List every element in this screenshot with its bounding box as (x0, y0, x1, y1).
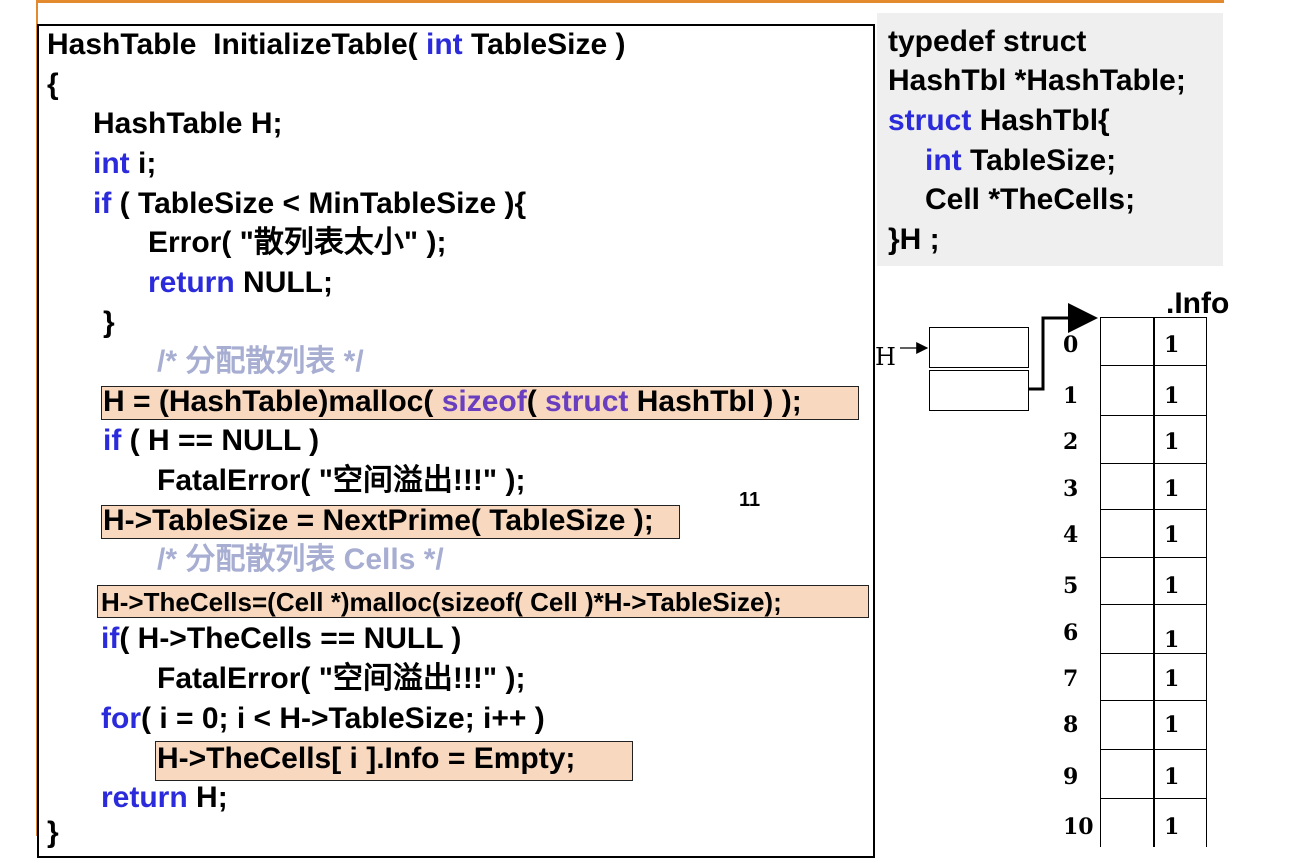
info-value-9: 1 (1164, 764, 1180, 790)
index-6: 6 (1063, 620, 1079, 646)
h-struct-thecells-cell (929, 370, 1029, 411)
index-0: 0 (1063, 332, 1079, 358)
index-7: 7 (1063, 666, 1079, 692)
table-column-divider (1153, 317, 1155, 847)
info-value-3: 1 (1164, 476, 1180, 502)
table-row (1101, 509, 1206, 510)
index-2: 2 (1063, 429, 1079, 455)
info-value-1: 1 (1164, 383, 1180, 409)
info-value-2: 1 (1164, 429, 1180, 455)
info-value-0: 1 (1164, 332, 1180, 358)
index-1: 1 (1063, 383, 1079, 409)
info-value-5: 1 (1164, 573, 1180, 599)
table-row (1101, 415, 1206, 416)
table-row (1101, 365, 1206, 366)
info-value-4: 1 (1164, 522, 1180, 548)
index-10: 10 (1063, 814, 1094, 840)
info-value-7: 1 (1164, 666, 1180, 692)
index-8: 8 (1063, 712, 1079, 738)
table-row (1101, 557, 1206, 558)
index-4: 4 (1063, 522, 1079, 548)
info-value-6: 1 (1164, 627, 1180, 653)
index-9: 9 (1063, 764, 1079, 790)
table-row (1101, 700, 1206, 701)
table-row (1101, 463, 1206, 464)
table-row (1101, 604, 1206, 605)
index-3: 3 (1063, 476, 1079, 502)
index-5: 5 (1063, 573, 1079, 599)
table-row (1101, 653, 1206, 654)
table-row (1101, 317, 1206, 318)
h-struct-tablesize-cell (929, 327, 1029, 368)
table-row (1101, 798, 1206, 799)
info-value-8: 1 (1164, 712, 1180, 738)
table-row (1101, 749, 1206, 750)
info-value-10: 1 (1164, 814, 1180, 840)
